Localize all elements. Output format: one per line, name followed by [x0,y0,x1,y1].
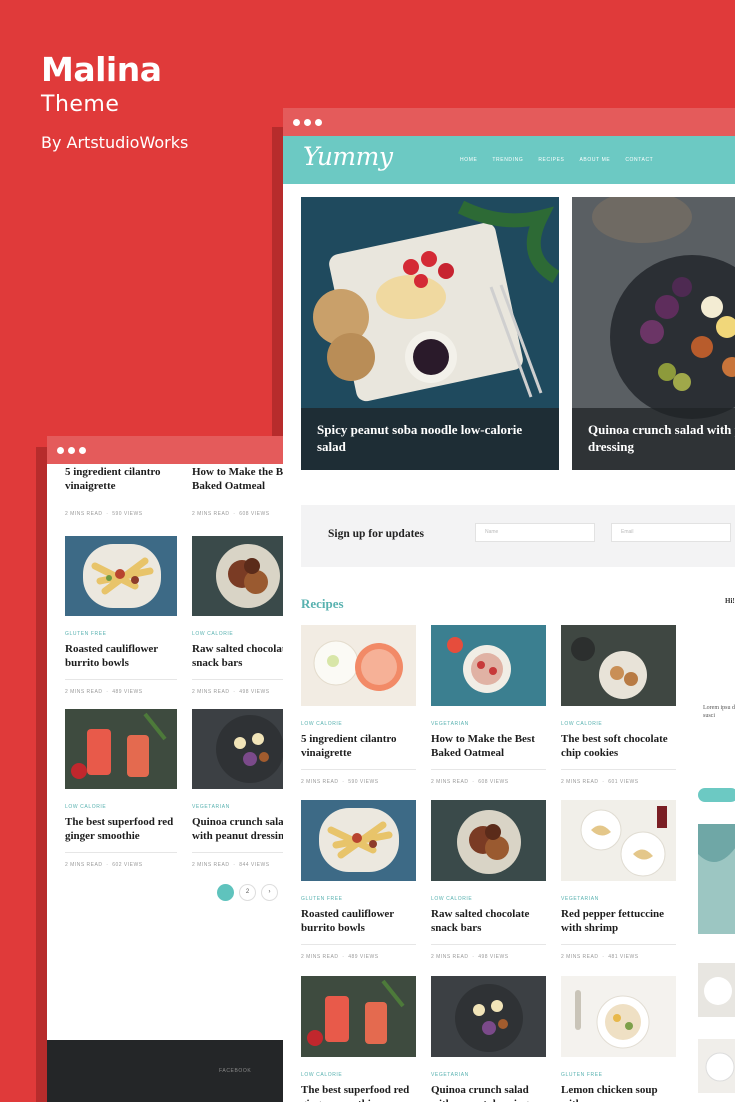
recipe-title[interactable]: The best superfood red ginger smoothie [65,816,177,844]
nav-contact[interactable]: CONTACT [625,158,653,163]
brand-author: By ArtstudioWorks [41,132,189,152]
site-logo[interactable]: Yummy [303,144,393,169]
recipe-meta: 2 MINS READ · 498 VIEWS [431,943,546,960]
recipe-category[interactable]: GLUTEN FREE [65,632,177,637]
recipe-category[interactable]: GLUTEN FREE [301,897,416,902]
nav-about-me[interactable]: ABOUT ME [579,158,610,163]
recipe-image[interactable] [431,625,546,706]
window-dot-icon [68,446,75,454]
recipe-title[interactable]: The best superfood red ginger smoothie [301,1084,416,1102]
recipe-card[interactable]: VEGETARIAN Red pepper fettuccine with sh… [561,800,676,960]
front-browser-window: Yummy HOME TRENDING RECIPES ABOUT ME CON… [283,108,735,1102]
newsletter-signup: Sign up for updates Name Email [301,505,735,567]
brand-block: Malina Theme By ArtstudioWorks [41,50,189,152]
name-field[interactable]: Name [475,523,595,542]
recipe-meta: 2 MINS READ · 601 VIEWS [561,768,676,785]
recipe-category[interactable]: VEGETARIAN [431,1073,546,1078]
recipe-image[interactable] [301,625,416,706]
sidebar-text: Lorem ipsu dui, susci [703,705,735,720]
recipe-title[interactable]: Lemon chicken soup with orzo [561,1084,676,1102]
pagination: 2 › [217,884,278,901]
recipe-image[interactable] [431,800,546,881]
footer-facebook-link[interactable]: FACEBOOK [219,1069,251,1074]
window-dot-icon [79,446,86,454]
recipe-title[interactable]: Raw salted chocolate snack bars [431,908,546,936]
recipe-image[interactable] [431,976,546,1057]
recipe-title[interactable]: 5 ingredient cilantro vinaigrette [65,466,177,494]
window-dot-icon [315,118,322,126]
recipe-card[interactable]: GLUTEN FREE Roasted cauliflower burrito … [301,800,416,960]
sidebar-greeting: Hi! [725,597,735,605]
hero-slide[interactable]: Quinoa crunch salad with peanut dressing [572,197,735,470]
recipe-image[interactable] [301,976,416,1057]
email-field[interactable]: Email [611,523,731,542]
recipe-category[interactable]: LOW CALORIE [65,805,177,810]
brand-subtitle: Theme [41,92,120,118]
site-header: Yummy HOME TRENDING RECIPES ABOUT ME CON… [283,136,735,184]
recipe-card[interactable]: GLUTEN FREE Lemon chicken soup with orzo [561,976,676,1102]
recipe-meta: 2 MINS READ · 590 VIEWS [65,510,143,517]
recipe-card[interactable]: LOW CALORIE The best soft chocolate chip… [561,625,676,785]
recipe-category[interactable]: VEGETARIAN [431,722,546,727]
window-dot-icon [304,118,311,126]
recipe-meta: 2 MINS READ · 489 VIEWS [65,678,177,695]
recipe-image[interactable] [561,625,676,706]
recipe-category[interactable]: LOW CALORIE [431,897,546,902]
main-nav: HOME TRENDING RECIPES ABOUT ME CONTACT [460,158,653,163]
window-dot-icon [293,118,300,126]
recipe-meta: 2 MINS READ · 481 VIEWS [561,943,676,960]
window-titlebar [47,436,307,464]
recipe-title[interactable]: Roasted cauliflower burrito bowls [301,908,416,936]
brand-title: Malina [41,50,162,89]
recipe-image[interactable] [65,536,177,616]
recipe-title[interactable]: Red pepper fettuccine with shrimp [561,908,676,936]
recipe-image[interactable] [561,976,676,1057]
recipe-meta: 2 MINS READ · 608 VIEWS [431,768,546,785]
recipe-title[interactable]: Quinoa crunch salad with peanut dressing [431,1084,546,1102]
recipe-card[interactable]: LOW CALORIE Raw salted chocolate snack b… [431,800,546,960]
hero-slide[interactable]: Spicy peanut soba noodle low-calorie sal… [301,197,559,470]
recipe-category[interactable]: VEGETARIAN [561,897,676,902]
recipe-card[interactable]: VEGETARIAN How to Make the Best Baked Oa… [431,625,546,785]
hero-caption[interactable]: Spicy peanut soba noodle low-calorie sal… [301,408,559,470]
recipe-card[interactable]: VEGETARIAN Quinoa crunch salad with pean… [431,976,546,1102]
page-2-button[interactable]: 2 [239,884,256,901]
recipe-category[interactable]: GLUTEN FREE [561,1073,676,1078]
recipe-image[interactable] [65,709,177,789]
recipe-image[interactable] [561,800,676,881]
recipe-meta: 2 MINS READ · 489 VIEWS [301,943,416,960]
sidebar-image[interactable] [698,963,735,1017]
recipe-category[interactable]: LOW CALORIE [301,1073,416,1078]
site-footer: FACEBOOK [47,1040,307,1102]
recipe-category[interactable]: LOW CALORIE [561,722,676,727]
recipe-card[interactable]: LOW CALORIE 5 ingredient cilantro vinaig… [301,625,416,785]
signup-title: Sign up for updates [328,528,424,540]
recipe-card[interactable]: 5 ingredient cilantro vinaigrette 2 MINS… [65,466,177,517]
window-titlebar [283,108,735,136]
window-shadow [36,447,47,1102]
recipe-title[interactable]: How to Make the Best Baked Oatmeal [431,733,546,761]
recipe-meta: 2 MINS READ · 590 VIEWS [301,768,416,785]
nav-trending[interactable]: TRENDING [492,158,523,163]
next-page-button[interactable]: › [261,884,278,901]
recipe-card[interactable]: GLUTEN FREE Roasted cauliflower burrito … [65,536,177,695]
recipe-card[interactable]: LOW CALORIE The best superfood red ginge… [301,976,416,1102]
recipes-heading: Recipes [301,596,344,611]
recipe-title[interactable]: 5 ingredient cilantro vinaigrette [301,733,416,761]
nav-recipes[interactable]: RECIPES [538,158,564,163]
recipe-card[interactable]: LOW CALORIE The best superfood red ginge… [65,709,177,868]
sidebar-social-button[interactable] [698,788,735,802]
window-dot-icon [57,446,64,454]
back-browser-window: 5 ingredient cilantro vinaigrette 2 MINS… [47,436,307,1102]
recipe-title[interactable]: The best soft chocolate chip cookies [561,733,676,761]
recipe-title[interactable]: Roasted cauliflower burrito bowls [65,643,177,671]
recipe-meta: 2 MINS READ · 602 VIEWS [65,851,177,868]
sidebar-image[interactable] [698,824,735,934]
recipe-category[interactable]: LOW CALORIE [301,722,416,727]
page-1-button[interactable] [217,884,234,901]
recipe-image[interactable] [301,800,416,881]
sidebar-image[interactable] [698,1039,735,1093]
nav-home[interactable]: HOME [460,158,477,163]
hero-caption[interactable]: Quinoa crunch salad with peanut dressing [572,408,735,470]
